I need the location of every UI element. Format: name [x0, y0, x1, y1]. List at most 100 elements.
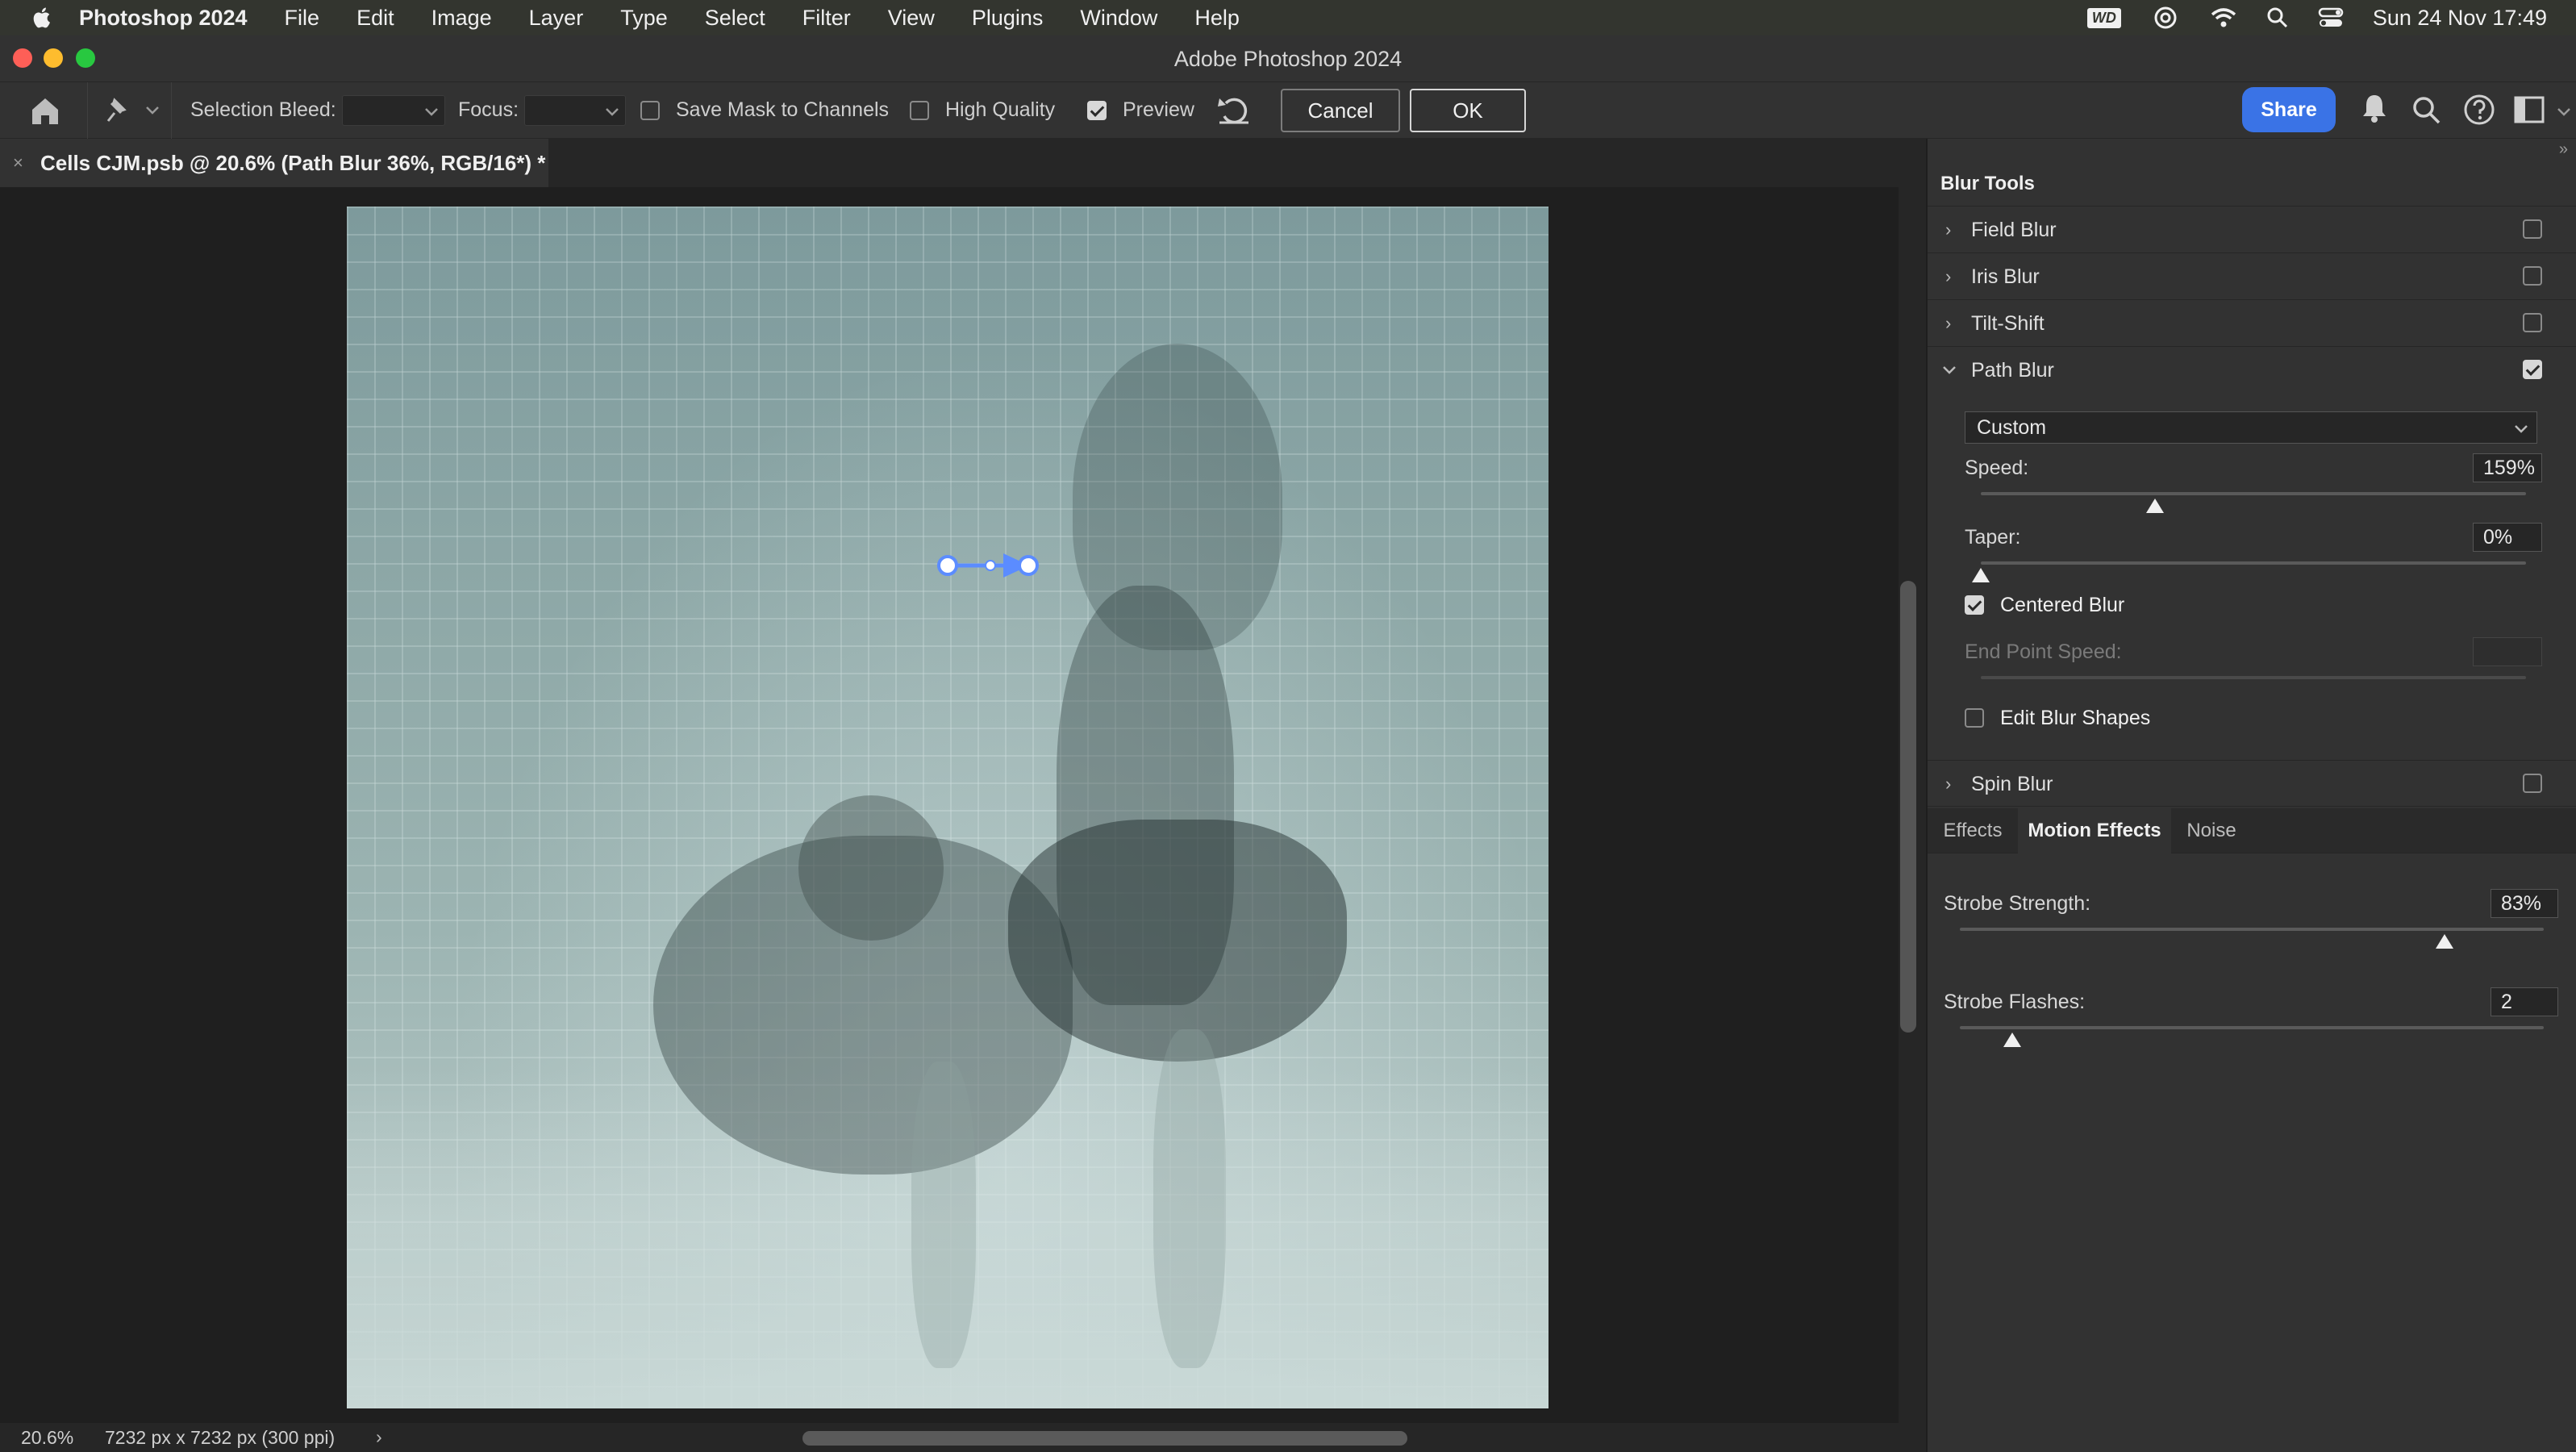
path-blur-row[interactable]: Path Blur: [1928, 347, 2576, 394]
share-button[interactable]: Share: [2242, 87, 2336, 132]
strobe-flashes-slider-thumb[interactable]: [2003, 1033, 2022, 1047]
document-info-chevron-icon[interactable]: ›: [376, 1426, 382, 1448]
speed-slider-thumb[interactable]: [2146, 499, 2165, 513]
document-info[interactable]: 7232 px x 7232 px (300 ppi): [105, 1427, 335, 1449]
strobe-strength-slider-thumb[interactable]: [2435, 934, 2453, 949]
workspace-layout-icon[interactable]: [2513, 95, 2545, 124]
blur-tools-title: Blur Tools: [1940, 173, 2035, 194]
dancer-hair: [1073, 344, 1282, 650]
selection-bleed-chevron-down-icon[interactable]: [424, 106, 439, 118]
blur-gallery-panel: » Blur Tools › Field Blur › Iris Blur › …: [1926, 139, 2576, 1452]
field-blur-label: Field Blur: [1971, 219, 2057, 241]
options-bar: Selection Bleed: Focus: Save Mask to Cha…: [0, 82, 2576, 139]
horizontal-scrollbar-thumb[interactable]: [802, 1431, 1407, 1446]
spotlight-search-icon[interactable]: [2266, 6, 2289, 29]
iris-blur-chevron-right-icon[interactable]: ›: [1945, 253, 1951, 300]
cancel-button[interactable]: Cancel: [1281, 89, 1400, 132]
high-quality-label: High Quality: [945, 98, 1056, 121]
speed-label: Speed:: [1965, 457, 2029, 479]
menu-type[interactable]: Type: [620, 6, 668, 31]
effects-tab-bar: Effects Motion Effects Noise: [1928, 808, 2576, 853]
field-blur-chevron-right-icon[interactable]: ›: [1945, 207, 1951, 253]
high-quality-checkbox[interactable]: [910, 101, 929, 120]
search-icon[interactable]: [2411, 95, 2442, 126]
dancer-head-ghost: [798, 795, 944, 941]
iris-blur-label: Iris Blur: [1971, 265, 2040, 288]
tilt-shift-chevron-right-icon[interactable]: ›: [1945, 300, 1951, 347]
ok-button[interactable]: OK: [1410, 89, 1526, 132]
zoom-level[interactable]: 20.6%: [21, 1427, 73, 1449]
menu-image[interactable]: Image: [431, 6, 492, 31]
strobe-flashes-slider-track[interactable]: [1960, 1026, 2544, 1029]
menu-view[interactable]: View: [888, 6, 935, 31]
path-blur-preset-value: Custom: [1977, 416, 2047, 439]
reset-undo-icon[interactable]: [1216, 94, 1252, 126]
dancer-legs-ghost: [911, 1062, 976, 1368]
end-point-speed-field: [2473, 637, 2542, 666]
strobe-strength-slider-track[interactable]: [1960, 928, 2544, 931]
notifications-bell-icon[interactable]: [2360, 92, 2389, 124]
menu-filter[interactable]: Filter: [802, 6, 851, 31]
workspace-chevron-down-icon[interactable]: [2557, 106, 2571, 118]
field-blur-row[interactable]: › Field Blur: [1928, 207, 2576, 253]
menu-plugins[interactable]: Plugins: [972, 6, 1044, 31]
apple-icon[interactable]: [31, 6, 55, 30]
home-icon[interactable]: [29, 95, 61, 126]
tilt-shift-row[interactable]: › Tilt-Shift: [1928, 300, 2576, 347]
iris-blur-row[interactable]: › Iris Blur: [1928, 253, 2576, 300]
canvas-area[interactable]: [0, 187, 1899, 1423]
save-mask-checkbox[interactable]: [640, 101, 660, 120]
path-blur-handle[interactable]: [927, 545, 1048, 586]
wd-drive-icon[interactable]: WD: [2086, 7, 2121, 28]
menu-select[interactable]: Select: [705, 6, 765, 31]
strobe-flashes-label: Strobe Flashes:: [1944, 991, 2086, 1013]
focus-chevron-down-icon[interactable]: [605, 106, 619, 118]
control-center-icon[interactable]: [2318, 6, 2344, 29]
document-image[interactable]: [347, 207, 1549, 1408]
document-tab[interactable]: × Cells CJM.psb @ 20.6% (Path Blur 36%, …: [0, 139, 548, 187]
taper-slider-thumb[interactable]: [1972, 568, 1990, 582]
strobe-flashes-value-field[interactable]: 2: [2491, 987, 2558, 1016]
preview-checkbox[interactable]: [1087, 101, 1107, 120]
wifi-icon[interactable]: [2210, 6, 2237, 29]
menu-app-name[interactable]: Photoshop 2024: [79, 6, 248, 31]
creative-cloud-icon[interactable]: [2150, 6, 2181, 30]
menu-window[interactable]: Window: [1080, 6, 1157, 31]
tilt-shift-label: Tilt-Shift: [1971, 312, 2045, 335]
close-tab-icon[interactable]: ×: [13, 139, 23, 187]
field-blur-checkbox[interactable]: [2523, 219, 2542, 239]
tab-noise[interactable]: Noise: [2171, 808, 2252, 853]
end-point-speed-label: End Point Speed:: [1965, 640, 2122, 663]
spin-blur-row[interactable]: › Spin Blur: [1928, 760, 2576, 807]
menu-file[interactable]: File: [285, 6, 320, 31]
selection-bleed-label: Selection Bleed:: [190, 98, 336, 121]
tilt-shift-checkbox[interactable]: [2523, 313, 2542, 332]
taper-value-field[interactable]: 0%: [2473, 523, 2542, 552]
spin-blur-checkbox[interactable]: [2523, 774, 2542, 793]
taper-slider-track[interactable]: [1981, 561, 2526, 565]
menubar-clock[interactable]: Sun 24 Nov 17:49: [2373, 6, 2547, 31]
help-icon[interactable]: [2463, 94, 2495, 126]
strobe-strength-value-field[interactable]: 83%: [2491, 889, 2558, 918]
path-blur-preset-select[interactable]: Custom: [1965, 411, 2537, 444]
blur-pin-tool-icon[interactable]: [100, 97, 129, 124]
path-blur-checkbox[interactable]: [2523, 360, 2542, 379]
path-blur-chevron-down-icon[interactable]: [1942, 365, 1957, 376]
tool-preset-chevron-down-icon[interactable]: [145, 105, 160, 116]
collapse-panel-icon[interactable]: »: [2559, 140, 2568, 159]
vertical-scrollbar-thumb[interactable]: [1900, 581, 1916, 1033]
tab-motion-effects[interactable]: Motion Effects: [2018, 808, 2171, 853]
divider: [171, 82, 172, 139]
tab-effects[interactable]: Effects: [1928, 808, 2018, 853]
iris-blur-checkbox[interactable]: [2523, 266, 2542, 286]
end-point-speed-slider-track: [1981, 676, 2526, 679]
centered-blur-checkbox[interactable]: [1965, 595, 1984, 615]
menu-help[interactable]: Help: [1194, 6, 1240, 31]
menu-edit[interactable]: Edit: [356, 6, 394, 31]
edit-blur-shapes-checkbox[interactable]: [1965, 708, 1984, 728]
menu-layer[interactable]: Layer: [529, 6, 584, 31]
dancer-legs: [1153, 1029, 1226, 1368]
speed-slider-track[interactable]: [1981, 492, 2526, 495]
spin-blur-chevron-right-icon[interactable]: ›: [1945, 761, 1951, 807]
speed-value-field[interactable]: 159%: [2473, 453, 2542, 482]
